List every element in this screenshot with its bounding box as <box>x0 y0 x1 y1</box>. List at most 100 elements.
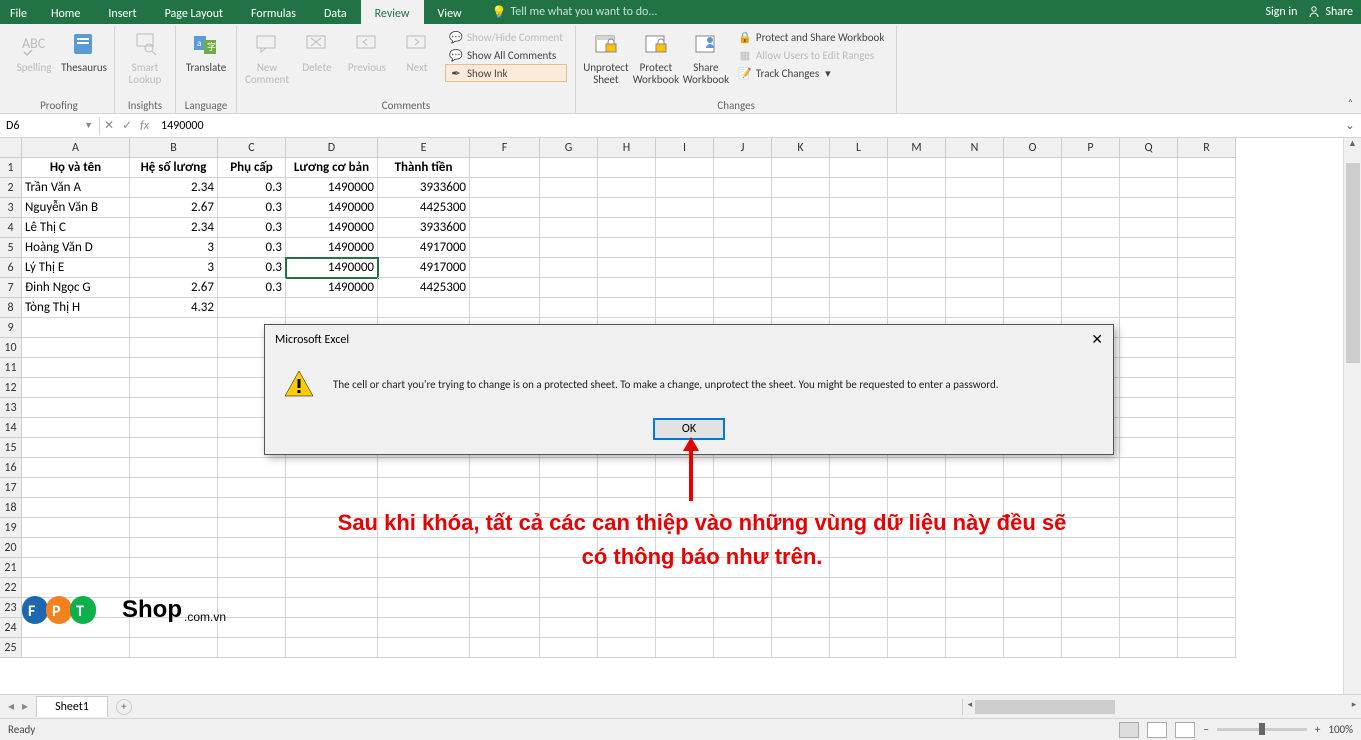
cell-H2[interactable] <box>598 178 656 198</box>
cell-R13[interactable] <box>1178 398 1236 418</box>
cell-J4[interactable] <box>714 218 772 238</box>
cell-Q3[interactable] <box>1120 198 1178 218</box>
cell-R7[interactable] <box>1178 278 1236 298</box>
show-all-comments-button[interactable]: 💬Show All Comments <box>445 46 567 64</box>
cell-B9[interactable] <box>130 318 218 338</box>
sheet-tab-sheet1[interactable]: Sheet1 <box>36 696 108 717</box>
cell-I22[interactable] <box>656 578 714 598</box>
zoom-level[interactable]: 100% <box>1328 723 1353 736</box>
cell-A4[interactable]: Lê Thị C <box>22 218 130 238</box>
row-header-19[interactable]: 19 <box>0 518 22 538</box>
cell-E6[interactable]: 4917000 <box>378 258 470 278</box>
cell-O25[interactable] <box>1004 638 1062 658</box>
cell-D2[interactable]: 1490000 <box>286 178 378 198</box>
cell-G23[interactable] <box>540 598 598 618</box>
cell-O2[interactable] <box>1004 178 1062 198</box>
row-header-14[interactable]: 14 <box>0 418 22 438</box>
cell-M25[interactable] <box>888 638 946 658</box>
cell-O7[interactable] <box>1004 278 1062 298</box>
cell-I5[interactable] <box>656 238 714 258</box>
cell-K22[interactable] <box>772 578 830 598</box>
cell-Q4[interactable] <box>1120 218 1178 238</box>
cell-H1[interactable] <box>598 158 656 178</box>
cell-B14[interactable] <box>130 418 218 438</box>
cell-J8[interactable] <box>714 298 772 318</box>
cell-K3[interactable] <box>772 198 830 218</box>
cell-E23[interactable] <box>378 598 470 618</box>
cell-A7[interactable]: Đinh Ngọc G <box>22 278 130 298</box>
cell-K4[interactable] <box>772 218 830 238</box>
cell-A18[interactable] <box>22 498 130 518</box>
cell-Q21[interactable] <box>1120 558 1178 578</box>
file-tab[interactable]: File <box>0 0 37 24</box>
cell-C22[interactable] <box>218 578 286 598</box>
new-comment-button[interactable]: New Comment <box>243 26 291 86</box>
cell-B25[interactable] <box>130 638 218 658</box>
row-header-13[interactable]: 13 <box>0 398 22 418</box>
row-header-23[interactable]: 23 <box>0 598 22 618</box>
cell-I8[interactable] <box>656 298 714 318</box>
column-header-R[interactable]: R <box>1178 138 1236 158</box>
column-header-E[interactable]: E <box>378 138 470 158</box>
cell-Q13[interactable] <box>1120 398 1178 418</box>
cell-G7[interactable] <box>540 278 598 298</box>
enter-formula-button[interactable]: ✓ <box>122 118 132 133</box>
cell-E3[interactable]: 4425300 <box>378 198 470 218</box>
column-header-D[interactable]: D <box>286 138 378 158</box>
unprotect-sheet-button[interactable]: Unprotect Sheet <box>582 26 630 86</box>
cell-K24[interactable] <box>772 618 830 638</box>
cell-Q14[interactable] <box>1120 418 1178 438</box>
cell-K8[interactable] <box>772 298 830 318</box>
cell-G2[interactable] <box>540 178 598 198</box>
cell-N8[interactable] <box>946 298 1004 318</box>
cell-P7[interactable] <box>1062 278 1120 298</box>
cell-G22[interactable] <box>540 578 598 598</box>
tab-review[interactable]: Review <box>361 0 424 24</box>
column-header-G[interactable]: G <box>540 138 598 158</box>
show-ink-button[interactable]: ✒Show Ink <box>445 64 567 82</box>
cell-N7[interactable] <box>946 278 1004 298</box>
cell-N3[interactable] <box>946 198 1004 218</box>
cell-J17[interactable] <box>714 478 772 498</box>
cell-I4[interactable] <box>656 218 714 238</box>
cell-B8[interactable]: 4.32 <box>130 298 218 318</box>
cell-N1[interactable] <box>946 158 1004 178</box>
cell-Q15[interactable] <box>1120 438 1178 458</box>
cell-O3[interactable] <box>1004 198 1062 218</box>
column-header-N[interactable]: N <box>946 138 1004 158</box>
tab-formulas[interactable]: Formulas <box>237 0 310 24</box>
cell-J16[interactable] <box>714 458 772 478</box>
cell-R24[interactable] <box>1178 618 1236 638</box>
cell-C2[interactable]: 0.3 <box>218 178 286 198</box>
cell-H8[interactable] <box>598 298 656 318</box>
page-break-view-button[interactable] <box>1175 722 1195 738</box>
cell-G24[interactable] <box>540 618 598 638</box>
cell-C20[interactable] <box>218 538 286 558</box>
cell-C6[interactable]: 0.3 <box>218 258 286 278</box>
cell-A14[interactable] <box>22 418 130 438</box>
translate-button[interactable]: a字 Translate <box>182 26 230 74</box>
cell-B6[interactable]: 3 <box>130 258 218 278</box>
cell-Q25[interactable] <box>1120 638 1178 658</box>
row-header-11[interactable]: 11 <box>0 358 22 378</box>
cell-A21[interactable] <box>22 558 130 578</box>
cell-H3[interactable] <box>598 198 656 218</box>
cell-D23[interactable] <box>286 598 378 618</box>
column-header-B[interactable]: B <box>130 138 218 158</box>
cell-F2[interactable] <box>470 178 540 198</box>
cell-B17[interactable] <box>130 478 218 498</box>
row-header-21[interactable]: 21 <box>0 558 22 578</box>
cell-F3[interactable] <box>470 198 540 218</box>
cell-A5[interactable]: Hoàng Văn D <box>22 238 130 258</box>
cell-O1[interactable] <box>1004 158 1062 178</box>
cell-H5[interactable] <box>598 238 656 258</box>
cell-M22[interactable] <box>888 578 946 598</box>
cell-N6[interactable] <box>946 258 1004 278</box>
cell-P4[interactable] <box>1062 218 1120 238</box>
cell-B10[interactable] <box>130 338 218 358</box>
cell-L1[interactable] <box>830 158 888 178</box>
tab-insert[interactable]: Insert <box>94 0 150 24</box>
cell-R25[interactable] <box>1178 638 1236 658</box>
row-header-18[interactable]: 18 <box>0 498 22 518</box>
row-header-22[interactable]: 22 <box>0 578 22 598</box>
